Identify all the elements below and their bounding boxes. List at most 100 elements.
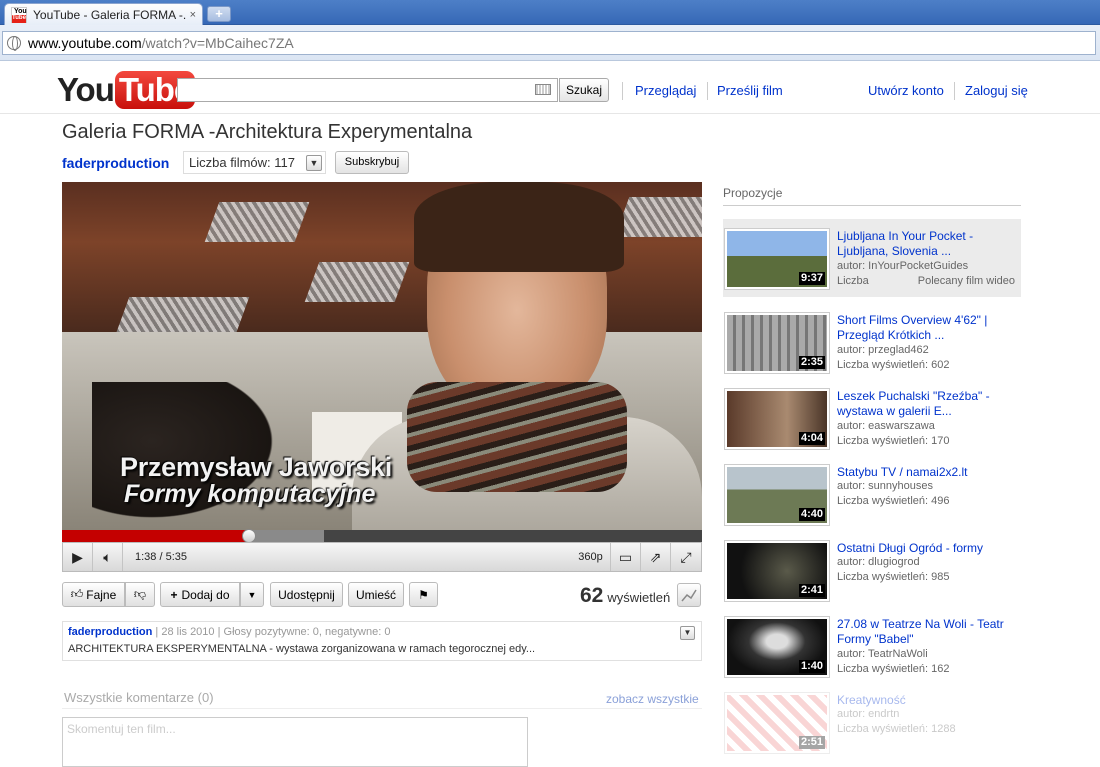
create-account-link[interactable]: Utwórz konto [868, 83, 944, 98]
new-tab-button[interactable]: + [207, 6, 231, 22]
views-label: wyświetleń [607, 590, 671, 605]
suggestion-item[interactable]: 4:04 Leszek Puchalski "Rzeźba" - wystawa… [723, 379, 1021, 457]
video-player[interactable]: Przemysław Jaworski Formy komputacyjne [62, 182, 702, 530]
suggestion-views: Liczba wyświetleń: 985 [837, 571, 950, 583]
suggestions-divider [723, 205, 1021, 206]
suggestion-thumbnail[interactable]: 9:37 [724, 228, 830, 290]
share-button[interactable]: Udostępnij [270, 582, 343, 607]
suggestion-item[interactable]: 1:40 27.08 w Teatrze Na Woli - Teatr For… [723, 607, 1021, 685]
suggestion-views: Liczba [837, 275, 869, 287]
suggestion-title[interactable]: 27.08 w Teatrze Na Woli - Teatr Formy "B… [837, 617, 1017, 647]
video-count-label: Liczba filmów: 117 [189, 155, 295, 170]
like-button[interactable]: 👍︎ Fajne [62, 582, 125, 607]
keyboard-icon[interactable] [535, 84, 551, 95]
duration-badge: 2:35 [798, 356, 825, 369]
video-frame-scarf [407, 382, 627, 492]
speaker-icon: 🔈︎ [103, 548, 112, 565]
ceiling-light [614, 197, 702, 237]
play-icon: ▶ [72, 548, 83, 565]
browser-tab[interactable]: You Tube YouTube - Galeria FORMA -... × [4, 3, 203, 25]
sign-in-link[interactable]: Zaloguj się [965, 83, 1028, 98]
fullscreen-icon: ⤢ [680, 548, 692, 565]
video-info-box: faderproduction | 28 lis 2010 | Głosy po… [62, 621, 702, 661]
upload-link[interactable]: Prześlij film [717, 83, 783, 98]
video-frame-hair [414, 182, 624, 272]
suggestion-title[interactable]: Short Films Overview 4'62" | Przegląd Kr… [837, 313, 1017, 343]
play-button[interactable]: ▶ [63, 543, 93, 571]
quality-selector[interactable]: 360p [571, 543, 611, 571]
suggestion-views: Liczba wyświetleń: 496 [837, 495, 950, 507]
player-controls: ▶ 🔈︎ 1:38 / 5:35 360p ▭ ⇗ ⤢ [62, 542, 702, 572]
logo-you: You [57, 71, 115, 108]
duration-badge: 2:41 [798, 584, 825, 597]
subscribe-button[interactable]: Subskrybuj [335, 151, 409, 174]
youtube-logo[interactable]: You Tube [57, 70, 196, 110]
suggestion-title[interactable]: Ljubljana In Your Pocket - Ljubljana, Sl… [837, 229, 1017, 259]
search-button[interactable]: Szukaj [559, 78, 609, 102]
duration-badge: 1:40 [798, 660, 825, 673]
dislike-button[interactable]: 👎︎ [125, 582, 155, 607]
comment-input[interactable]: Skomentuj ten film... [62, 717, 528, 767]
header-divider [954, 82, 955, 100]
fullscreen-button[interactable]: ⤢ [671, 543, 701, 571]
video-count-dropdown[interactable]: Liczba filmów: 117 ▼ [183, 151, 326, 174]
suggestion-item[interactable]: 4:40 Statybu TV / namai2x2.lt autor: sun… [723, 455, 1021, 533]
browse-link[interactable]: Przeglądaj [635, 83, 696, 98]
expand-description-icon[interactable]: ▼ [680, 626, 695, 640]
suggestion-title[interactable]: Kreatywność [837, 693, 1017, 708]
video-caption-role: Formy komputacyjne [124, 480, 376, 508]
suggestion-thumbnail[interactable]: 2:51 [724, 692, 830, 754]
comments-divider [62, 708, 702, 709]
featured-label: Polecany film wideo [917, 275, 1015, 287]
info-channel-link[interactable]: faderproduction [68, 626, 152, 638]
suggestion-author: autor: przeglad462 [837, 344, 929, 356]
ratings-text: Głosy pozytywne: 0, negatywne: 0 [223, 626, 391, 638]
thumbs-up-icon: 👍︎ [70, 587, 84, 601]
header-divider [707, 82, 708, 100]
chevron-down-icon[interactable]: ▼ [306, 155, 322, 171]
upload-date: 28 lis 2010 [161, 626, 215, 638]
suggestion-thumbnail[interactable]: 2:35 [724, 312, 830, 374]
url-field[interactable]: www.youtube.com/watch?v=MbCaihec7ZA [2, 31, 1096, 55]
see-all-comments-link[interactable]: zobacz wszystkie [606, 692, 699, 706]
suggestion-thumbnail[interactable]: 1:40 [724, 616, 830, 678]
duration-badge: 2:51 [798, 736, 825, 749]
scrubber-handle[interactable] [241, 529, 256, 543]
add-to-label: Dodaj do [181, 587, 230, 602]
suggestion-title[interactable]: Ostatni Długi Ogród - formy [837, 541, 1017, 556]
add-to-dropdown[interactable]: ▼ [240, 582, 264, 607]
suggestion-item[interactable]: 2:51 Kreatywność autor: endrtn Liczba wy… [723, 683, 1021, 761]
played-bar [62, 530, 249, 542]
suggestion-item[interactable]: 2:41 Ostatni Długi Ogród - formy autor: … [723, 531, 1021, 609]
suggestion-title[interactable]: Statybu TV / namai2x2.lt [837, 465, 1017, 480]
suggestion-thumbnail[interactable]: 4:04 [724, 388, 830, 450]
suggestion-views: Liczba wyświetleń: 1288 [837, 723, 956, 735]
flag-button[interactable]: ⚑ [409, 582, 438, 607]
globe-icon [7, 36, 21, 51]
add-to-button[interactable]: + Dodaj do [160, 582, 240, 607]
expand-button[interactable]: ⇗ [641, 543, 671, 571]
video-progress-bar[interactable] [62, 529, 702, 543]
search-input[interactable] [177, 78, 558, 102]
comments-title: Wszystkie komentarze (0) [64, 690, 214, 705]
channel-link[interactable]: faderproduction [62, 155, 169, 171]
suggestion-author: autor: easwarszawa [837, 420, 935, 432]
youtube-favicon-icon: You Tube [11, 6, 27, 23]
volume-button[interactable]: 🔈︎ [93, 543, 123, 571]
time-display: 1:38 / 5:35 [135, 551, 187, 563]
suggestion-item[interactable]: 9:37 Ljubljana In Your Pocket - Ljubljan… [723, 219, 1021, 297]
suggestion-item[interactable]: 2:35 Short Films Overview 4'62" | Przegl… [723, 303, 1021, 381]
header-divider [622, 82, 623, 100]
header-separator [0, 113, 1100, 114]
stats-button[interactable] [677, 583, 701, 607]
expand-icon: ⇗ [649, 548, 662, 565]
suggestion-thumbnail[interactable]: 4:40 [724, 464, 830, 526]
chevron-down-icon: ▼ [247, 589, 257, 600]
embed-button[interactable]: Umieść [348, 582, 404, 607]
popout-button[interactable]: ▭ [611, 543, 641, 571]
suggestion-title[interactable]: Leszek Puchalski "Rzeźba" - wystawa w ga… [837, 389, 1017, 419]
tab-close-icon[interactable]: × [190, 9, 196, 21]
suggestion-views: Liczba wyświetleń: 170 [837, 435, 950, 447]
suggestion-thumbnail[interactable]: 2:41 [724, 540, 830, 602]
like-label: Fajne [86, 587, 117, 602]
